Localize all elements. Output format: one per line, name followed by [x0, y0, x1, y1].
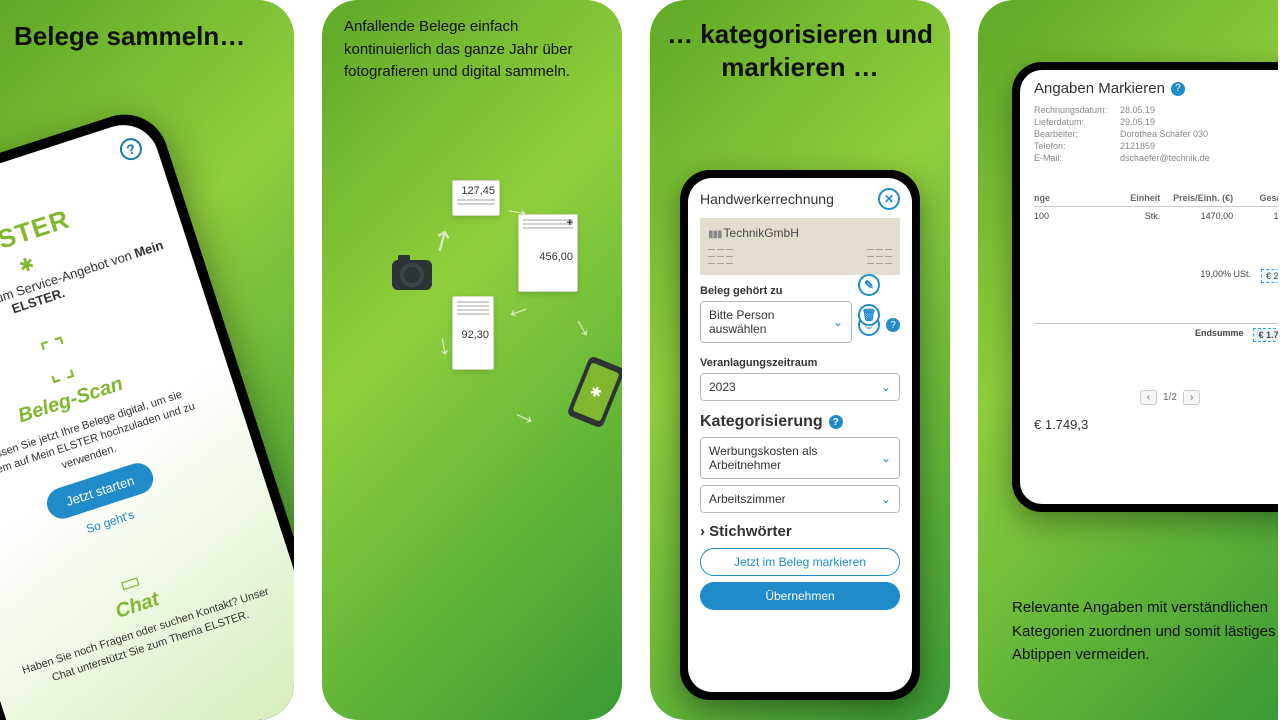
phone-mock-3: Handwerkerrechnung ✕ ▮▮▮TechnikGmbH — — …	[680, 170, 920, 700]
kv-val: 2121859	[1120, 141, 1155, 151]
pager: ‹ 1/2 ›	[1034, 390, 1278, 405]
categorization-title: Kategorisierung	[700, 413, 823, 431]
person-select[interactable]: Bitte Person auswählen ⌄	[700, 301, 852, 343]
kv-key: E-Mail:	[1034, 153, 1110, 163]
kv-val: 28.05.19	[1120, 105, 1155, 115]
td: Stk.	[1093, 211, 1160, 221]
sum-value[interactable]: € 1.749,30	[1253, 328, 1278, 342]
sum-label: Endsumme	[1195, 328, 1244, 342]
help-icon[interactable]: ?	[886, 318, 900, 332]
kv-val: Dorothea Schäfer 030	[1120, 129, 1208, 139]
panel-photograph: Anfallende Belege einfach kontinuierlich…	[322, 0, 622, 720]
invoice-meta: Rechnungsdatum: 28.05.19 Lieferdatum: 29.0…	[1034, 105, 1278, 163]
edit-icon[interactable]: ✎	[858, 274, 880, 296]
category2-value: Arbeitszimmer	[709, 492, 786, 506]
categorization-section: Kategorisierung ?	[700, 413, 900, 431]
sum-row: Endsumme € 1.749,30	[1034, 323, 1278, 342]
phone-mock-1: ≡ ? ELSTER ✱ Die Ergänzung zum Service-A…	[0, 103, 294, 720]
pager-text: 1/2	[1163, 392, 1177, 403]
category1-value: Werbungskosten als Arbeitnehmer	[709, 444, 881, 472]
help-icon[interactable]: ?	[829, 415, 843, 429]
chevron-down-icon: ⌄	[881, 451, 891, 465]
period-select-value: 2023	[709, 380, 736, 394]
th: Einheit	[1093, 193, 1160, 203]
chevron-down-icon: ⌄	[833, 315, 843, 329]
camera-icon	[392, 260, 432, 290]
th: nge	[1034, 193, 1087, 203]
chevron-down-icon: ⌄	[881, 492, 891, 506]
category1-select[interactable]: Werbungskosten als Arbeitnehmer ⌄	[700, 437, 900, 479]
td: 1470,00	[1239, 211, 1278, 221]
pager-prev[interactable]: ‹	[1140, 390, 1157, 405]
person-select-value: Bitte Person auswählen	[709, 308, 833, 336]
phone-mini-icon: ✱	[566, 355, 622, 429]
headline-1: Belege sammeln…	[0, 0, 294, 53]
plus-icon: +	[567, 217, 573, 229]
receipt-preview: ▮▮▮TechnikGmbH — — —— — —— — —— — —— — —…	[700, 218, 900, 275]
mark-title-text: Angaben Markieren	[1034, 80, 1165, 97]
td: 1470,00	[1166, 211, 1233, 221]
headline-3: … kategorisieren und markieren …	[650, 0, 950, 83]
description-4: Relevante Angaben mit verständlichen Kat…	[1012, 596, 1278, 666]
pager-next[interactable]: ›	[1183, 390, 1200, 405]
kv-val: dschaefer@technik.de	[1120, 153, 1210, 163]
category2-select[interactable]: Arbeitszimmer ⌄	[700, 485, 900, 513]
help-icon[interactable]: ?	[1171, 82, 1185, 96]
td: 100	[1034, 211, 1087, 221]
arrow-icon: →	[501, 296, 538, 336]
period-label: Veranlagungszeitraum	[700, 357, 900, 369]
receipt-company: TechnikGmbH	[724, 226, 799, 240]
panel-collect: Belege sammeln… ≡ ? ELSTER ✱ Die Ergänzu…	[0, 0, 294, 720]
arrow-icon: →	[507, 394, 546, 435]
phone1-screen: ≡ ? ELSTER ✱ Die Ergänzung zum Service-A…	[0, 116, 294, 720]
kv-key: Rechnungsdatum:	[1034, 105, 1110, 115]
arrow-icon: →	[501, 190, 534, 226]
chevron-down-icon: ⌄	[881, 380, 891, 394]
arrow-icon: ↗	[423, 220, 460, 260]
th: Preis/Einh. (€)	[1166, 193, 1233, 203]
vat-row: 19,00% USt. € 279,30	[1034, 265, 1278, 283]
phone-mock-4: Angaben Markieren ? Rechnungsdatum: 28.05…	[1012, 62, 1278, 512]
mark-button[interactable]: Jetzt im Beleg markieren	[700, 548, 900, 576]
kv-val: 29.05.19	[1120, 117, 1155, 127]
kv-key: Lieferdatum:	[1034, 117, 1110, 127]
delete-icon[interactable]: 🗑	[858, 304, 880, 326]
phone3-screen: Handwerkerrechnung ✕ ▮▮▮TechnikGmbH — — …	[688, 178, 912, 692]
panel-categorize: … kategorisieren und markieren … Handwer…	[650, 0, 950, 720]
arrow-icon: →	[565, 306, 607, 346]
period-select[interactable]: 2023 ⌄	[700, 373, 900, 401]
panel-mark: Angaben Markieren ? Rechnungsdatum: 28.05…	[978, 0, 1278, 720]
dialog-title: Handwerkerrechnung	[700, 191, 834, 207]
kv-key: Telefon:	[1034, 141, 1110, 151]
receipt-amount-1: 127,45	[457, 185, 495, 197]
invoice-table-head: nge Einheit Preis/Einh. (€) Gesamt (€)	[1034, 193, 1278, 207]
selected-amount: € 1.749,3	[1034, 417, 1278, 432]
close-icon[interactable]: ✕	[878, 188, 900, 210]
kv-key: Bearbeiter:	[1034, 129, 1110, 139]
help-icon[interactable]: ?	[117, 135, 145, 163]
arrow-icon: →	[430, 329, 466, 362]
receipt-amount-2: 456,00	[523, 251, 573, 263]
th: Gesamt (€)	[1239, 193, 1278, 203]
illustration-canvas: 127,45 + 456,00 92,30 ✱ ↗ → → → → →	[322, 0, 622, 720]
invoice-row: 100 Stk. 1470,00 1470,00	[1034, 207, 1278, 225]
mark-title: Angaben Markieren ?	[1034, 80, 1278, 97]
keywords-section[interactable]: Stichwörter	[700, 523, 900, 540]
vat-label: 19,00% USt.	[1200, 269, 1251, 283]
vat-value[interactable]: € 279,30	[1261, 269, 1278, 283]
apply-button[interactable]: Übernehmen	[700, 582, 900, 610]
receipt-small-1: 127,45	[452, 180, 500, 216]
